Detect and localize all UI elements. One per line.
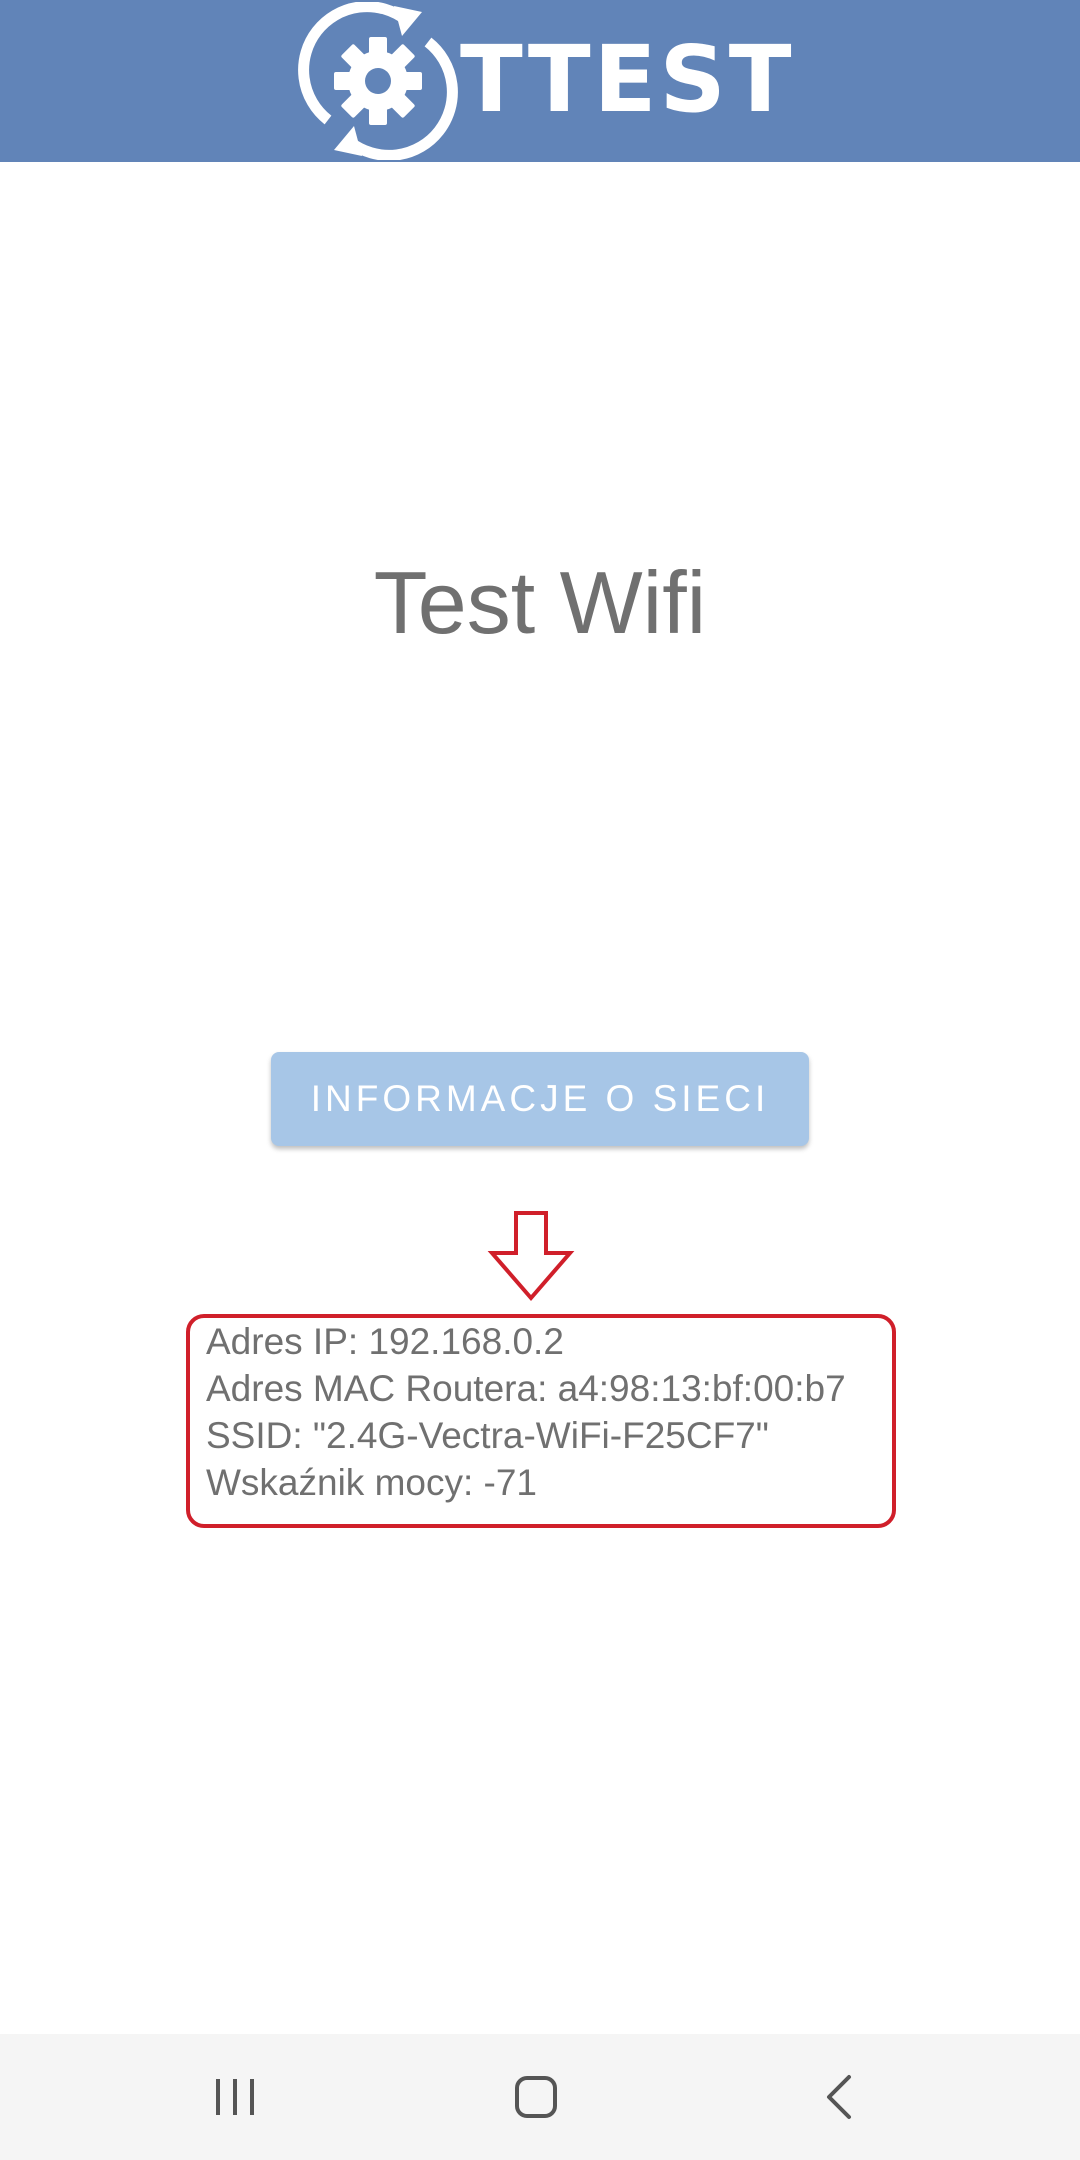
gear-refresh-icon [298,2,458,160]
back-icon [827,2075,851,2119]
back-button[interactable] [759,2034,919,2160]
home-button[interactable] [456,2034,616,2160]
recent-apps-button[interactable] [155,2034,315,2160]
system-nav-bar [0,2034,1080,2160]
network-info-button[interactable]: INFORMACJE O SIECI [271,1052,809,1146]
recent-apps-icon [216,2079,254,2115]
signal-strength-text: Wskaźnik mocy: -71 [206,1462,538,1503]
page-title: Test Wifi [373,553,707,652]
app-logo: TTEST [298,2,791,160]
arrow-down-outline-icon [487,1211,575,1302]
router-mac-text: Adres MAC Routera: a4:98:13:bf:00:b7 [206,1368,846,1409]
ip-address-text: Adres IP: 192.168.0.2 [206,1321,564,1362]
home-icon [515,2076,557,2118]
ssid-text: SSID: "2.4G-Vectra-WiFi-F25CF7" [206,1415,769,1456]
network-info-list: Adres IP: 192.168.0.2 Adres MAC Routera:… [206,1318,886,1506]
logo-text: TTEST [460,26,795,133]
screen: TTEST Test Wifi INFORMACJE O SIECI Adres… [0,0,1080,2160]
app-header: TTEST [0,0,1080,162]
